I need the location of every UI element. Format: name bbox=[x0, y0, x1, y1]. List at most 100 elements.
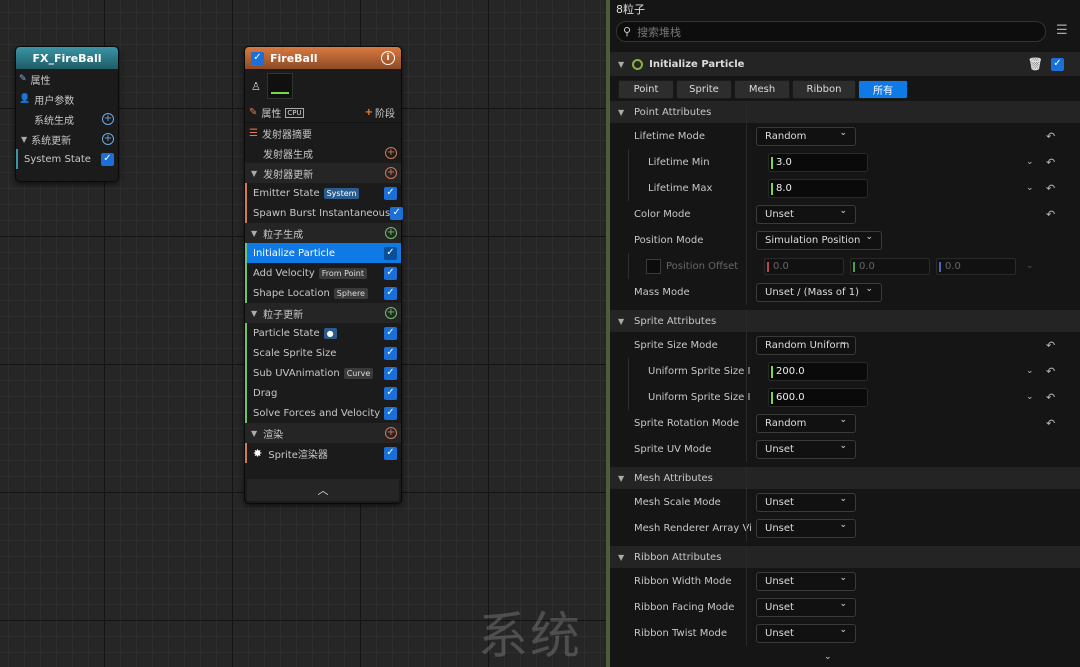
module-row[interactable]: Drag ✓ bbox=[245, 383, 401, 403]
property-section-header[interactable]: ▼ Point Attributes bbox=[610, 101, 1080, 123]
property-number-input[interactable]: 3.0 bbox=[768, 152, 868, 172]
property-dropdown[interactable]: Unset ⌄ bbox=[756, 204, 856, 224]
module-enable-checkbox[interactable]: ✓ bbox=[384, 346, 397, 360]
expand-chevron-icon[interactable]: ⌄ bbox=[1026, 392, 1034, 402]
expand-triangle-icon[interactable]: ▼ bbox=[21, 135, 27, 144]
emitter-section-header[interactable]: ▼ 渲染 + bbox=[245, 423, 401, 443]
emitter-thumbnail[interactable] bbox=[266, 73, 293, 99]
emitter-enable-checkbox[interactable]: ✓ bbox=[251, 51, 264, 65]
add-module-icon[interactable]: + bbox=[385, 427, 397, 439]
expand-triangle-icon[interactable]: ▼ bbox=[251, 169, 257, 178]
add-stage-button[interactable]: + 阶段 bbox=[365, 105, 395, 120]
module-row[interactable]: Add Velocity From Point ✓ bbox=[245, 263, 401, 283]
emitter-section-header[interactable]: ▼ 发射器更新 + bbox=[245, 163, 401, 183]
reset-to-default-icon[interactable]: ↶ bbox=[1046, 365, 1055, 378]
node-graph-canvas[interactable]: 系统 FX_FireBall ✎ 属性 👤 用户参数 系统生成 + ▼ 系统更新 + System… bbox=[0, 0, 606, 667]
module-header[interactable]: ▼ Initialize Particle 🗑 ✓ bbox=[610, 52, 1080, 76]
property-dropdown[interactable]: Random ⌄ bbox=[756, 126, 856, 146]
collapse-section-icon[interactable]: ▼ bbox=[618, 108, 624, 117]
module-row[interactable]: Scale Sprite Size ✓ bbox=[245, 343, 401, 363]
module-row[interactable]: Spawn Burst Instantaneous ✓ bbox=[245, 203, 404, 223]
info-icon[interactable]: i bbox=[381, 51, 395, 65]
module-row[interactable]: Shape Location Sphere ✓ bbox=[245, 283, 401, 303]
add-module-icon[interactable]: + bbox=[102, 113, 114, 125]
property-dropdown[interactable]: Unset ⌄ bbox=[756, 597, 856, 617]
module-row[interactable]: Particle State ● ✓ bbox=[245, 323, 401, 343]
module-enable-checkbox[interactable]: ✓ bbox=[384, 266, 397, 280]
add-module-icon[interactable]: + bbox=[385, 307, 397, 319]
expand-chevron-icon[interactable]: ⌄ bbox=[1026, 157, 1034, 167]
module-row[interactable]: Initialize Particle ✓ bbox=[245, 243, 401, 263]
system-node-row[interactable]: ✎ 属性 bbox=[16, 69, 118, 89]
property-number-input[interactable]: 600.0 bbox=[768, 387, 868, 407]
emitter-properties-row[interactable]: ✎ 属性 CPU + 阶段 bbox=[245, 103, 401, 123]
module-enable-checkbox[interactable]: ✓ bbox=[1051, 57, 1064, 71]
module-enable-checkbox[interactable]: ✓ bbox=[384, 406, 397, 420]
module-enable-checkbox[interactable]: ✓ bbox=[384, 366, 397, 380]
collapse-section-icon[interactable]: ▼ bbox=[618, 553, 624, 562]
emitter-section-header[interactable]: ▼ 粒子更新 + bbox=[245, 303, 401, 323]
system-node-row[interactable]: ▼ 系统更新 + bbox=[16, 129, 118, 149]
module-row[interactable]: Emitter State System ✓ bbox=[245, 183, 401, 203]
module-enable-checkbox[interactable]: ✓ bbox=[384, 326, 397, 340]
system-node-header[interactable]: FX_FireBall bbox=[16, 47, 118, 69]
property-section-header[interactable]: ▼ Mesh Attributes bbox=[610, 467, 1080, 489]
scroll-down-icon[interactable]: ⌄ bbox=[824, 652, 832, 662]
expand-chevron-icon[interactable]: ⌄ bbox=[1026, 366, 1034, 376]
emitter-summary-row[interactable]: ☰ 发射器摘要 bbox=[245, 123, 401, 143]
tab-2[interactable]: Mesh bbox=[734, 80, 790, 99]
emitter-section-header[interactable]: 发射器生成 + bbox=[245, 143, 401, 163]
system-state-checkbox[interactable]: ✓ bbox=[101, 152, 114, 166]
module-enable-checkbox[interactable]: ✓ bbox=[384, 246, 397, 260]
module-row[interactable]: ✸ Sprite渲染器 ✓ bbox=[245, 443, 401, 463]
module-enable-checkbox[interactable]: ✓ bbox=[384, 286, 397, 300]
collapse-node-button[interactable]: ︿ bbox=[247, 479, 399, 501]
property-dropdown[interactable]: Unset ⌄ bbox=[756, 518, 856, 538]
position-offset-checkbox[interactable] bbox=[646, 258, 661, 274]
property-dropdown[interactable]: Unset ⌄ bbox=[756, 439, 856, 459]
reset-to-default-icon[interactable]: ↶ bbox=[1046, 130, 1055, 143]
property-dropdown[interactable]: Unset / (Mass of 1) ⌄ bbox=[756, 282, 882, 302]
property-dropdown[interactable]: Unset ⌄ bbox=[756, 623, 856, 643]
filter-icon[interactable]: ☰ bbox=[1056, 23, 1068, 38]
trash-icon[interactable]: 🗑 bbox=[1028, 57, 1043, 71]
add-module-icon[interactable]: + bbox=[385, 227, 397, 239]
emitter-node[interactable]: ✓ FireBall i ♙ ✎ 属性 CPU + 阶段 ☰ 发射器摘要 发射器… bbox=[244, 46, 404, 504]
system-node-row[interactable]: 👤 用户参数 bbox=[16, 89, 118, 109]
emitter-node-header[interactable]: ✓ FireBall i bbox=[245, 47, 401, 69]
vector-component-input[interactable]: 0.0 bbox=[850, 257, 930, 275]
system-node[interactable]: FX_FireBall ✎ 属性 👤 用户参数 系统生成 + ▼ 系统更新 + System St… bbox=[15, 46, 119, 182]
property-dropdown[interactable]: Random ⌄ bbox=[756, 413, 856, 433]
reset-to-default-icon[interactable]: ↶ bbox=[1046, 339, 1055, 352]
module-enable-checkbox[interactable]: ✓ bbox=[390, 206, 404, 220]
search-stack-input[interactable]: ⚲ 搜索堆栈 bbox=[616, 21, 1046, 42]
system-node-row[interactable]: System State ✓ bbox=[16, 149, 118, 169]
property-section-header[interactable]: ▼ Sprite Attributes bbox=[610, 310, 1080, 332]
vector-component-input[interactable]: 0.0 bbox=[936, 257, 1016, 275]
property-section-header[interactable]: ▼ Ribbon Attributes bbox=[610, 546, 1080, 568]
reset-to-default-icon[interactable]: ↶ bbox=[1046, 182, 1055, 195]
add-module-icon[interactable]: + bbox=[385, 147, 397, 159]
module-enable-checkbox[interactable]: ✓ bbox=[384, 186, 397, 200]
reset-to-default-icon[interactable]: ↶ bbox=[1046, 417, 1055, 430]
tab-0[interactable]: Point bbox=[618, 80, 674, 99]
property-dropdown[interactable]: Unset ⌄ bbox=[756, 492, 856, 512]
vector-component-input[interactable]: 0.0 bbox=[764, 257, 844, 275]
tab-3[interactable]: Ribbon bbox=[792, 80, 856, 99]
reset-to-default-icon[interactable]: ↶ bbox=[1046, 156, 1055, 169]
property-dropdown[interactable]: Random Uniform ⌄ bbox=[756, 335, 856, 355]
expand-triangle-icon[interactable]: ▼ bbox=[251, 429, 257, 438]
add-module-icon[interactable]: + bbox=[385, 167, 397, 179]
expand-triangle-icon[interactable]: ▼ bbox=[251, 309, 257, 318]
expand-chevron-icon[interactable]: ⌄ bbox=[1026, 183, 1034, 193]
system-node-row[interactable]: 系统生成 + bbox=[16, 109, 118, 129]
property-number-input[interactable]: 8.0 bbox=[768, 178, 868, 198]
expand-triangle-icon[interactable]: ▼ bbox=[251, 229, 257, 238]
collapse-section-icon[interactable]: ▼ bbox=[618, 474, 624, 483]
tab-1[interactable]: Sprite bbox=[676, 80, 732, 99]
collapse-module-icon[interactable]: ▼ bbox=[618, 60, 624, 69]
add-module-icon[interactable]: + bbox=[102, 133, 114, 145]
tab-4[interactable]: 所有 bbox=[858, 80, 908, 99]
module-row[interactable]: Sub UVAnimation Curve ✓ bbox=[245, 363, 401, 383]
property-dropdown[interactable]: Unset ⌄ bbox=[756, 571, 856, 591]
